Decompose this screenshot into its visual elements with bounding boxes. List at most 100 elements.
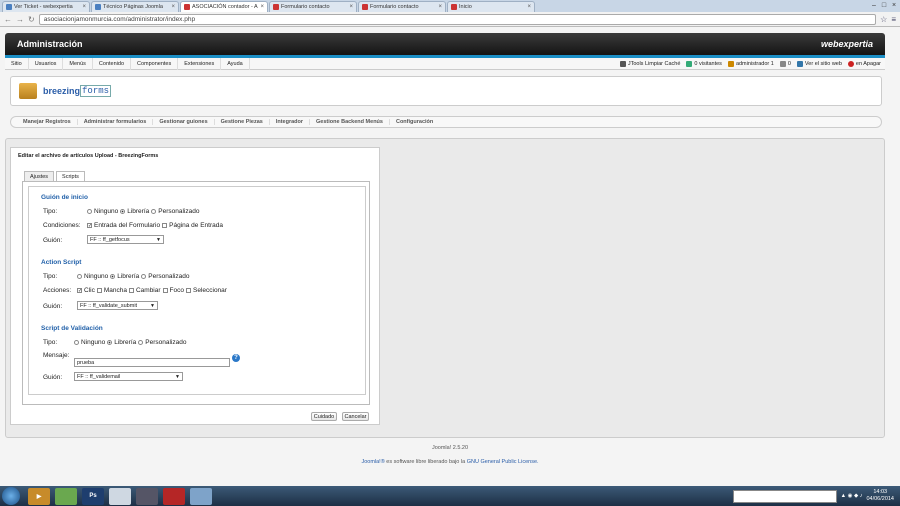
forward-icon[interactable]: → [16,15,24,24]
action-acc-options: ✓ Clic Mancha Cambiar Foco Seleccionar [77,287,227,294]
view-site-link[interactable]: Ver el sitio web [796,60,842,67]
action-foco-checkbox[interactable] [162,288,168,293]
subnav-manage-scripts[interactable]: Gestionar guiones [153,119,215,125]
url-input[interactable]: asociacionjamonmurcia.com/administrator/… [38,13,877,25]
menu-item-usuarios[interactable]: Usuarios [29,57,64,70]
jtools-label: JTools Limpiar Caché [627,60,681,67]
validation-tipo-personalizado-radio[interactable] [138,340,144,345]
start-button[interactable] [2,487,20,505]
validation-tipo-ninguno-radio[interactable] [74,340,79,345]
page-icon [95,4,101,10]
subnav-configuration[interactable]: Configuración [390,119,439,125]
validation-tipo-libreria-radio[interactable] [107,340,113,345]
joomla-link[interactable]: Joomla!® [361,459,384,465]
subnav-integrator[interactable]: Integrador [270,119,311,125]
action-cambiar-checkbox[interactable] [128,288,134,293]
close-icon[interactable]: × [82,4,86,10]
chevron-down-icon: ▼ [175,373,180,380]
minimize-icon[interactable]: – [870,1,878,9]
init-tipo-label: Tipo: [43,208,58,215]
subnav-manage-pieces[interactable]: Gestione Piezas [215,119,270,125]
tab-ajustes[interactable]: Ajustes [24,171,55,181]
save-button[interactable]: Cuidado [311,412,337,421]
action-clic-label: Clic [84,287,95,294]
init-guion-select[interactable]: FF :: ff_getfocus ▼ [87,235,164,244]
close-window-icon[interactable]: × [890,1,898,9]
action-guion-select[interactable]: FF :: ff_validate_submit ▼ [77,301,158,310]
init-guion-value: FF :: ff_getfocus [90,236,130,243]
browser-tab-bar: Ver Ticket - webexpertia × Técnico Página… [0,0,900,12]
close-icon[interactable]: × [438,4,442,10]
init-tipo-personalizado-radio[interactable] [151,209,157,214]
init-tipo-options: Ninguno Librería Personalizado [87,208,199,215]
logout-link[interactable]: en Apagar [847,60,881,67]
menu-item-ayuda[interactable]: Ayuda [221,57,250,70]
validation-guion-label: Guión: [43,374,63,381]
validation-tipo-libreria-label: Librería [114,339,137,346]
action-tipo-ninguno-radio[interactable] [77,274,82,279]
menu-item-componentes[interactable]: Componentes [131,57,179,70]
action-tipo-libreria-radio[interactable] [110,274,116,279]
subnav-manage-forms[interactable]: Administrar formularios [78,119,154,125]
browser-tab-active[interactable]: ASOCIACIÓN contador - A × [180,1,268,12]
action-seleccionar-checkbox[interactable] [185,288,191,293]
init-cond-form-label: Entrada del Formulario [94,222,161,229]
menu-item-extensiones[interactable]: Extensiones [178,57,222,70]
init-cond-form-checkbox[interactable]: ✓ [87,223,92,229]
reload-icon[interactable]: ↻ [28,15,35,24]
jtools-link[interactable]: JTools Limpiar Caché [619,60,681,67]
clock-time: 14:03 [873,489,888,495]
menu-icon[interactable]: ≡ [891,15,896,24]
subnav-backend-menus[interactable]: Gestione Backend Menús [310,119,390,125]
validation-guion-select[interactable]: FF :: ff_validemail ▼ [74,372,183,381]
help-icon[interactable]: ? [232,354,240,362]
app-icon[interactable] [136,487,158,505]
mail-icon [779,60,786,67]
browser-tab-label: Técnico Páginas Joomla [103,4,163,10]
dreamweaver-icon[interactable] [55,487,77,505]
action-clic-checkbox[interactable]: ✓ [77,288,82,294]
browser-tab[interactable]: Inicio × [447,1,535,12]
back-icon[interactable]: ← [4,15,12,24]
visitors-status: 0 visitantes [686,60,722,67]
browser-tab[interactable]: Formulario contacto × [358,1,446,12]
photoshop-icon[interactable]: Ps [82,487,104,505]
maximize-icon[interactable]: □ [880,1,888,9]
messages-status[interactable]: 0 [779,60,791,67]
webexpertia-logo: webexpertia [820,39,873,49]
subnav-manage-records[interactable]: Manejar Registros [17,119,78,125]
gpl-link[interactable]: GNU General Public License. [467,459,539,465]
close-icon[interactable]: × [527,4,531,10]
clock[interactable]: 14:03 04/06/2014 [866,489,894,503]
explorer-icon[interactable] [190,487,212,505]
init-tipo-libreria-radio[interactable] [120,209,126,214]
validation-message-input[interactable]: prueba [74,358,230,367]
browser-tab[interactable]: Técnico Páginas Joomla × [91,1,179,12]
close-icon[interactable]: × [349,4,353,10]
action-mancha-checkbox[interactable] [96,288,102,293]
menu-item-menus[interactable]: Menús [63,57,93,70]
init-cond-page-checkbox[interactable] [162,223,168,228]
bookmark-star-icon[interactable]: ☆ [880,15,887,24]
menu-item-sitio[interactable]: Sitio [5,57,29,70]
browser-tab[interactable]: Ver Ticket - webexpertia × [2,1,90,12]
init-tipo-ninguno-radio[interactable] [87,209,92,214]
init-script-heading: Guión de inicio [41,194,88,201]
close-icon[interactable]: × [260,4,264,10]
close-icon[interactable]: × [171,4,175,10]
acrobat-icon[interactable] [163,487,185,505]
menu-item-contenido[interactable]: Contenido [93,57,131,70]
browser-tab[interactable]: Formulario contacto × [269,1,357,12]
action-tipo-personalizado-label: Personalizado [148,273,190,280]
media-player-icon[interactable]: ▶ [28,487,50,505]
breezingforms-logo: breezing forms [19,83,112,99]
tab-scripts[interactable]: Scripts [56,171,85,181]
cancel-button[interactable]: Cancelar [342,412,369,421]
action-tipo-personalizado-radio[interactable] [141,274,147,279]
action-guion-label: Guión: [43,303,63,310]
joomla-icon [184,4,190,10]
taskbar-search-box[interactable] [732,489,837,503]
admin-icon [727,60,734,67]
browser-tab-label: Formulario contacto [370,4,419,10]
chrome-icon[interactable] [109,487,131,505]
